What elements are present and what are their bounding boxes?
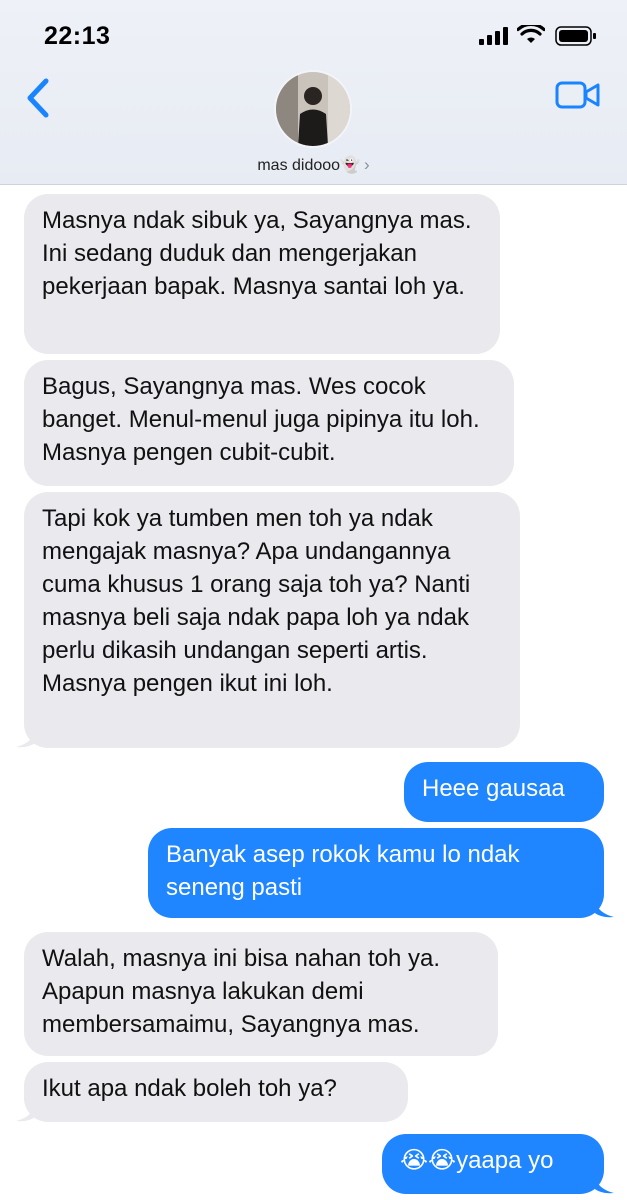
bubble-tail <box>16 1102 38 1122</box>
chevron-right-icon: › <box>363 155 370 174</box>
message-bubble-outgoing[interactable]: Banyak asep rokok kamu lo ndak seneng pa… <box>148 828 604 918</box>
avatar[interactable] <box>274 70 352 148</box>
message-bubble-incoming[interactable]: Bagus, Sayangnya mas. Wes cocok banget. … <box>24 360 514 486</box>
back-chevron-icon <box>27 78 49 118</box>
contact-name[interactable]: mas didooo👻 › <box>0 155 627 175</box>
message-bubble-incoming[interactable]: Masnya ndak sibuk ya, Sayangnya mas. Ini… <box>24 194 500 354</box>
bubble-tail <box>592 898 614 918</box>
conversation-header: 22:13 mas didooo👻 › <box>0 0 627 185</box>
wifi-icon <box>517 25 545 43</box>
contact-name-label: mas didooo👻 <box>257 157 360 174</box>
avatar-photo <box>276 72 350 146</box>
message-bubble-incoming[interactable]: Walah, masnya ini bisa nahan toh ya. Apa… <box>24 932 498 1056</box>
signal-icon <box>479 27 508 45</box>
battery-icon <box>555 26 596 46</box>
message-bubble-incoming[interactable]: Tapi kok ya tumben men toh ya ndak menga… <box>24 492 520 748</box>
bubble-tail <box>16 728 38 748</box>
bubble-tail <box>592 1174 614 1194</box>
video-camera-icon <box>555 81 600 109</box>
message-bubble-outgoing[interactable]: Heee gausaa <box>404 762 604 822</box>
status-time: 22:13 <box>44 22 111 50</box>
video-call-button[interactable] <box>555 80 601 110</box>
message-bubble-incoming[interactable]: Ikut apa ndak boleh toh ya? <box>24 1062 408 1122</box>
back-button[interactable] <box>22 76 58 120</box>
message-bubble-outgoing[interactable]: 😭😭yaapa yo <box>382 1134 604 1194</box>
